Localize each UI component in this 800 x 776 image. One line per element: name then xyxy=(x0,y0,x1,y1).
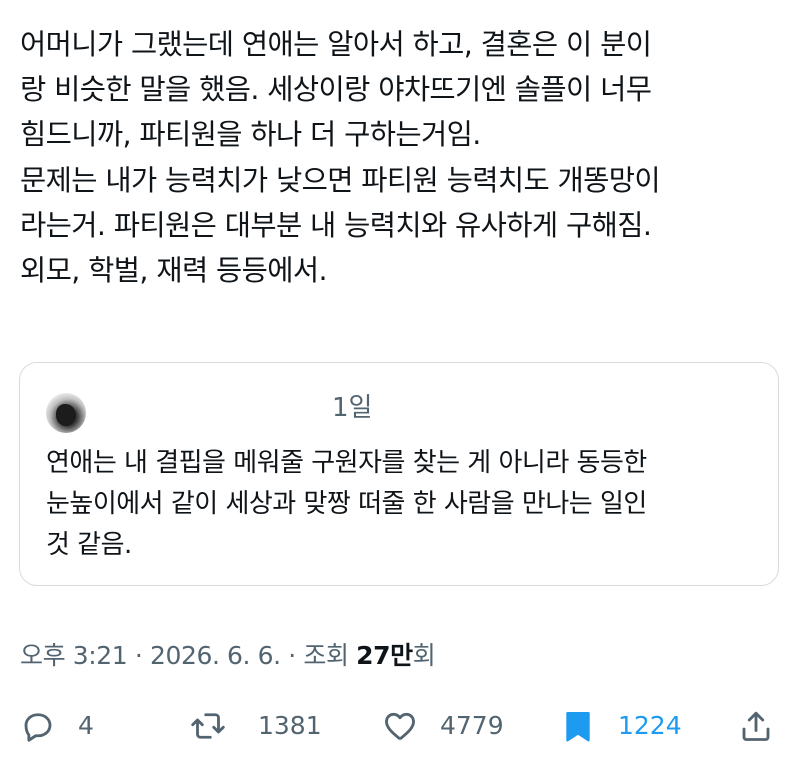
quoted-post-header: 1일 xyxy=(46,389,746,433)
post-time[interactable]: 오후 3:21 xyxy=(20,641,128,670)
avatar[interactable] xyxy=(46,393,86,433)
post-text-line: 힘드니까, 파티원을 하나 더 구하는거임. xyxy=(20,118,481,152)
quoted-text-line: 눈높이에서 같이 세상과 맞짱 떠줄 한 사람을 만나는 일인 xyxy=(46,489,647,519)
post-text-line: 문제는 내가 능력치가 낮으면 파티원 능력치도 개똥망이 xyxy=(20,163,661,197)
bookmark-count: 1224 xyxy=(618,711,682,740)
repost-icon xyxy=(191,713,225,739)
post-metadata: 오후 3:21 · 2026. 6. 6. · 조회 27만회 xyxy=(20,638,436,674)
post-date[interactable]: 2026. 6. 6. xyxy=(150,641,281,670)
repost-count: 1381 xyxy=(258,711,322,740)
reply-icon xyxy=(24,713,52,742)
meta-separator: · xyxy=(127,641,150,670)
post-text-line: 어머니가 그랬는데 연애는 알아서 하고, 결혼은 이 분이 xyxy=(20,28,652,61)
meta-separator: · xyxy=(280,641,304,670)
quoted-post-time[interactable]: 1일 xyxy=(332,391,372,425)
quoted-post-text: 연애는 내 결핍을 메워줄 구원자를 찾는 게 아니라 동등한 눈높이에서 같이… xyxy=(46,443,766,566)
post-text-line: 외모, 학벌, 재력 등등에서. xyxy=(20,254,328,288)
share-icon xyxy=(742,711,770,741)
quoted-text-line: 연애는 내 결핍을 메워줄 구원자를 찾는 게 아니라 동등한 xyxy=(46,448,647,478)
quoted-post-card[interactable]: 1일 연애는 내 결핍을 메워줄 구원자를 찾는 게 아니라 동등한 눈높이에서… xyxy=(19,362,779,586)
views-prefix: 조회 xyxy=(303,641,357,670)
avatar-image xyxy=(56,404,76,426)
views-count: 27만 xyxy=(356,641,413,670)
post-text-line: 랑 비슷한 말을 했음. 세상이랑 야차뜨기엔 솔플이 너무 xyxy=(20,73,652,107)
heart-icon xyxy=(385,712,415,740)
views-suffix: 회 xyxy=(412,641,436,670)
quoted-author-name[interactable] xyxy=(102,395,322,421)
post-action-bar: 4 1381 4779 1224 xyxy=(0,700,800,752)
quoted-text-line: 것 같음. xyxy=(46,530,132,560)
like-count: 4779 xyxy=(440,711,504,740)
post-text: 어머니가 그랬는데 연애는 알아서 하고, 결혼은 이 분이 랑 비슷한 말을 … xyxy=(20,22,790,293)
bookmark-icon xyxy=(566,712,590,742)
reply-count: 4 xyxy=(78,711,94,740)
post-text-line: 라는거. 파티원은 대부분 내 능력치와 유사하게 구해짐. xyxy=(20,208,652,242)
